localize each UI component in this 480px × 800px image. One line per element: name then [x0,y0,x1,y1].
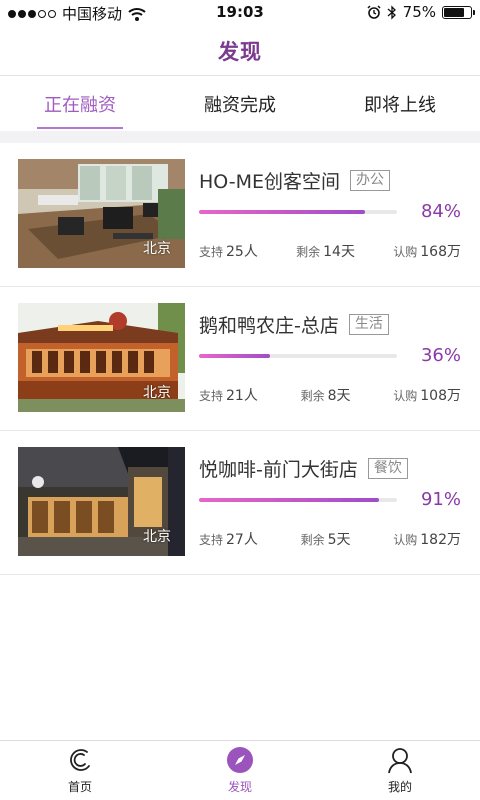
project-title-row: HO-ME创客空间 办公 [199,167,391,194]
nav-home[interactable]: 首页 [0,741,160,800]
days-remaining-stat: 剩余 5天 [300,532,351,548]
project-stats: 支持 21人 剩余 8天 认购 108万 [199,385,461,405]
project-thumbnail: 北京 [18,303,185,412]
bottom-nav: 首页 发现 我的 [0,740,480,800]
project-stats: 支持 25人 剩余 14天 认购 168万 [199,241,461,261]
subscribed-amount-stat: 认购 108万 [393,388,461,404]
project-list: 北京 HO-ME创客空间 办公 84% 支持 25人 剩余 14天 认购 168万 [0,143,480,575]
home-c-icon [66,746,94,774]
project-title-row: 悦咖啡-前门大街店 餐饮 [199,455,408,482]
subscribed-amount-stat: 认购 168万 [393,244,461,260]
status-bar: 中国移动 19:03 75% [0,0,480,26]
supporters-stat: 支持 25人 [199,244,258,260]
battery-percent: 75% [402,3,436,21]
project-item[interactable]: 北京 悦咖啡-前门大街店 餐饮 91% 支持 27人 剩余 5天 认购 182万 [0,431,480,575]
project-name: 鹅和鸭农庄-总店 [199,315,339,337]
project-city: 北京 [143,241,171,257]
project-name: HO-ME创客空间 [199,171,341,193]
nav-mine[interactable]: 我的 [320,741,480,800]
supporters-stat: 支持 21人 [199,388,258,404]
funding-percent: 84% [420,201,461,222]
page-header: 发现 [0,26,480,76]
alarm-clock-icon [367,5,381,19]
nav-mine-label: 我的 [387,780,412,794]
bluetooth-icon [387,4,396,20]
user-icon [386,746,414,774]
funding-progress-bar [199,210,397,214]
project-stats: 支持 27人 剩余 5天 认购 182万 [199,529,461,549]
funding-progress-bar [199,354,397,358]
tab-funded[interactable]: 融资完成 [160,77,320,131]
project-item[interactable]: 北京 HO-ME创客空间 办公 84% 支持 25人 剩余 14天 认购 168万 [0,143,480,287]
category-tag: 餐饮 [367,458,408,479]
project-thumbnail: 北京 [18,159,185,268]
status-right: 75% [367,3,475,21]
days-remaining-stat: 剩余 14天 [296,244,355,260]
funding-percent: 36% [420,345,461,366]
days-remaining-stat: 剩余 8天 [300,388,351,404]
category-tag: 生活 [348,314,389,335]
supporters-stat: 支持 27人 [199,532,258,548]
tab-upcoming[interactable]: 即将上线 [320,77,480,131]
project-city: 北京 [143,529,171,545]
funding-percent: 91% [420,489,461,510]
tab-fundraising[interactable]: 正在融资 [0,77,160,131]
project-item[interactable]: 北京 鹅和鸭农庄-总店 生活 36% 支持 21人 剩余 8天 认购 108万 [0,287,480,431]
page-title: 发现 [218,39,262,64]
nav-discover-label: 发现 [227,780,252,794]
nav-discover[interactable]: 发现 [160,741,320,800]
project-name: 悦咖啡-前门大街店 [199,459,358,481]
subscribed-amount-stat: 认购 182万 [393,532,461,548]
project-city: 北京 [143,385,171,401]
nav-home-label: 首页 [67,780,92,794]
category-tag: 办公 [350,170,391,191]
project-thumbnail: 北京 [18,447,185,556]
funding-progress-bar [199,498,397,502]
battery-icon [442,5,475,19]
section-divider [0,131,480,143]
tab-bar: 正在融资 融资完成 即将上线 [0,77,480,131]
compass-icon [226,746,254,774]
project-title-row: 鹅和鸭农庄-总店 生活 [199,311,389,338]
